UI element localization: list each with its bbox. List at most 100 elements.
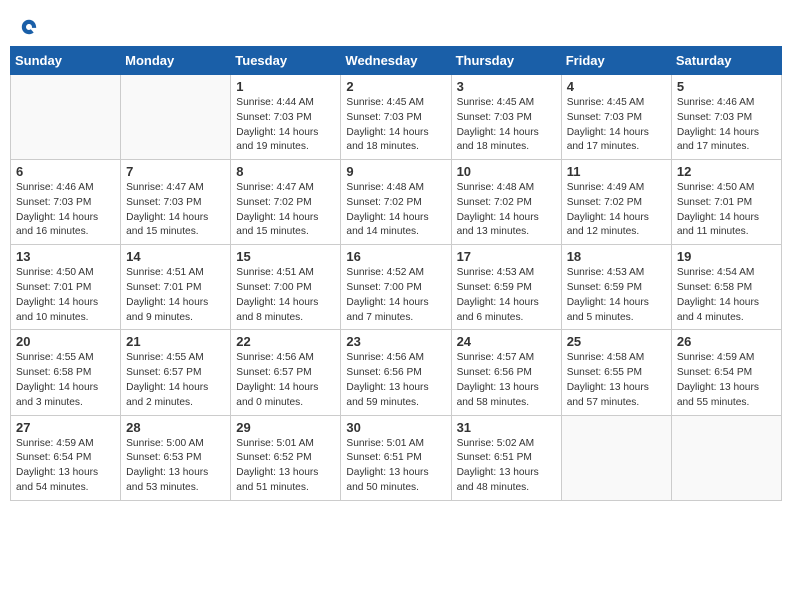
day-number: 22: [236, 334, 335, 349]
logo-icon: [20, 18, 38, 36]
calendar-day-cell: 14 Sunrise: 4:51 AM Sunset: 7:01 PM Dayli…: [121, 245, 231, 330]
day-info: Sunrise: 4:52 AM Sunset: 7:00 PM Dayligh…: [346, 266, 445, 325]
day-info: Sunrise: 4:45 AM Sunset: 7:03 PM Dayligh…: [457, 96, 556, 155]
day-info: Sunrise: 5:01 AM Sunset: 6:52 PM Dayligh…: [236, 437, 335, 496]
day-number: 3: [457, 79, 556, 94]
day-number: 23: [346, 334, 445, 349]
calendar-day-cell: 19 Sunrise: 4:54 AM Sunset: 6:58 PM Dayli…: [671, 245, 781, 330]
calendar-week-row: 1 Sunrise: 4:44 AM Sunset: 7:03 PM Daylig…: [11, 75, 782, 160]
day-info: Sunrise: 4:55 AM Sunset: 6:58 PM Dayligh…: [16, 351, 115, 410]
calendar-header-row: SundayMondayTuesdayWednesdayThursdayFrid…: [11, 47, 782, 75]
day-info: Sunrise: 4:48 AM Sunset: 7:02 PM Dayligh…: [346, 181, 445, 240]
day-number: 20: [16, 334, 115, 349]
day-number: 15: [236, 249, 335, 264]
day-info: Sunrise: 4:58 AM Sunset: 6:55 PM Dayligh…: [567, 351, 666, 410]
calendar-week-row: 20 Sunrise: 4:55 AM Sunset: 6:58 PM Dayli…: [11, 330, 782, 415]
calendar-week-row: 6 Sunrise: 4:46 AM Sunset: 7:03 PM Daylig…: [11, 160, 782, 245]
calendar-day-cell: 31 Sunrise: 5:02 AM Sunset: 6:51 PM Dayli…: [451, 415, 561, 500]
day-of-week-header: Wednesday: [341, 47, 451, 75]
calendar-day-cell: 2Sunrise: 4:45 AM Sunset: 7:03 PM Daylig…: [341, 75, 451, 160]
calendar-day-cell: 22 Sunrise: 4:56 AM Sunset: 6:57 PM Dayli…: [231, 330, 341, 415]
day-of-week-header: Friday: [561, 47, 671, 75]
calendar-day-cell: 26 Sunrise: 4:59 AM Sunset: 6:54 PM Dayli…: [671, 330, 781, 415]
day-number: 26: [677, 334, 776, 349]
day-number: 11: [567, 164, 666, 179]
calendar-day-cell: 18Sunrise: 4:53 AM Sunset: 6:59 PM Dayli…: [561, 245, 671, 330]
day-of-week-header: Monday: [121, 47, 231, 75]
day-number: 8: [236, 164, 335, 179]
day-number: 17: [457, 249, 556, 264]
day-info: Sunrise: 4:56 AM Sunset: 6:56 PM Dayligh…: [346, 351, 445, 410]
calendar-week-row: 27Sunrise: 4:59 AM Sunset: 6:54 PM Dayli…: [11, 415, 782, 500]
page-header: [10, 10, 782, 40]
day-info: Sunrise: 4:56 AM Sunset: 6:57 PM Dayligh…: [236, 351, 335, 410]
day-number: 24: [457, 334, 556, 349]
calendar-day-cell: [671, 415, 781, 500]
day-info: Sunrise: 5:02 AM Sunset: 6:51 PM Dayligh…: [457, 437, 556, 496]
day-number: 12: [677, 164, 776, 179]
day-number: 14: [126, 249, 225, 264]
day-number: 31: [457, 420, 556, 435]
day-number: 21: [126, 334, 225, 349]
day-info: Sunrise: 4:51 AM Sunset: 7:01 PM Dayligh…: [126, 266, 225, 325]
calendar-day-cell: [561, 415, 671, 500]
calendar-day-cell: 16 Sunrise: 4:52 AM Sunset: 7:00 PM Dayli…: [341, 245, 451, 330]
day-number: 6: [16, 164, 115, 179]
day-info: Sunrise: 4:59 AM Sunset: 6:54 PM Dayligh…: [677, 351, 776, 410]
calendar-day-cell: 11 Sunrise: 4:49 AM Sunset: 7:02 PM Dayli…: [561, 160, 671, 245]
calendar-day-cell: 3 Sunrise: 4:45 AM Sunset: 7:03 PM Daylig…: [451, 75, 561, 160]
calendar-day-cell: 4 Sunrise: 4:45 AM Sunset: 7:03 PM Daylig…: [561, 75, 671, 160]
day-number: 16: [346, 249, 445, 264]
calendar-day-cell: 30 Sunrise: 5:01 AM Sunset: 6:51 PM Dayli…: [341, 415, 451, 500]
day-number: 30: [346, 420, 445, 435]
day-info: Sunrise: 4:59 AM Sunset: 6:54 PM Dayligh…: [16, 437, 115, 496]
day-number: 25: [567, 334, 666, 349]
day-info: Sunrise: 4:44 AM Sunset: 7:03 PM Dayligh…: [236, 96, 335, 155]
calendar-day-cell: 17 Sunrise: 4:53 AM Sunset: 6:59 PM Dayli…: [451, 245, 561, 330]
calendar-day-cell: 27Sunrise: 4:59 AM Sunset: 6:54 PM Dayli…: [11, 415, 121, 500]
day-info: Sunrise: 4:45 AM Sunset: 7:03 PM Dayligh…: [567, 96, 666, 155]
calendar-day-cell: 9 Sunrise: 4:48 AM Sunset: 7:02 PM Daylig…: [341, 160, 451, 245]
day-info: Sunrise: 4:46 AM Sunset: 7:03 PM Dayligh…: [677, 96, 776, 155]
calendar-day-cell: 1 Sunrise: 4:44 AM Sunset: 7:03 PM Daylig…: [231, 75, 341, 160]
calendar-table: SundayMondayTuesdayWednesdayThursdayFrid…: [10, 46, 782, 501]
day-info: Sunrise: 4:54 AM Sunset: 6:58 PM Dayligh…: [677, 266, 776, 325]
day-number: 1: [236, 79, 335, 94]
day-info: Sunrise: 4:50 AM Sunset: 7:01 PM Dayligh…: [677, 181, 776, 240]
day-info: Sunrise: 4:49 AM Sunset: 7:02 PM Dayligh…: [567, 181, 666, 240]
calendar-day-cell: 29Sunrise: 5:01 AM Sunset: 6:52 PM Dayli…: [231, 415, 341, 500]
calendar-day-cell: 6 Sunrise: 4:46 AM Sunset: 7:03 PM Daylig…: [11, 160, 121, 245]
day-info: Sunrise: 5:01 AM Sunset: 6:51 PM Dayligh…: [346, 437, 445, 496]
day-number: 4: [567, 79, 666, 94]
day-number: 9: [346, 164, 445, 179]
day-info: Sunrise: 4:48 AM Sunset: 7:02 PM Dayligh…: [457, 181, 556, 240]
day-info: Sunrise: 4:50 AM Sunset: 7:01 PM Dayligh…: [16, 266, 115, 325]
calendar-day-cell: 24 Sunrise: 4:57 AM Sunset: 6:56 PM Dayli…: [451, 330, 561, 415]
calendar-day-cell: [11, 75, 121, 160]
day-info: Sunrise: 4:46 AM Sunset: 7:03 PM Dayligh…: [16, 181, 115, 240]
day-of-week-header: Sunday: [11, 47, 121, 75]
day-info: Sunrise: 4:57 AM Sunset: 6:56 PM Dayligh…: [457, 351, 556, 410]
day-of-week-header: Tuesday: [231, 47, 341, 75]
calendar-day-cell: 12 Sunrise: 4:50 AM Sunset: 7:01 PM Dayli…: [671, 160, 781, 245]
calendar-day-cell: 7 Sunrise: 4:47 AM Sunset: 7:03 PM Daylig…: [121, 160, 231, 245]
day-number: 2: [346, 79, 445, 94]
calendar-day-cell: 25 Sunrise: 4:58 AM Sunset: 6:55 PM Dayli…: [561, 330, 671, 415]
day-number: 7: [126, 164, 225, 179]
calendar-day-cell: 8 Sunrise: 4:47 AM Sunset: 7:02 PM Daylig…: [231, 160, 341, 245]
day-number: 10: [457, 164, 556, 179]
calendar-day-cell: 28Sunrise: 5:00 AM Sunset: 6:53 PM Dayli…: [121, 415, 231, 500]
calendar-day-cell: 21 Sunrise: 4:55 AM Sunset: 6:57 PM Dayli…: [121, 330, 231, 415]
day-info: Sunrise: 4:47 AM Sunset: 7:02 PM Dayligh…: [236, 181, 335, 240]
day-info: Sunrise: 4:47 AM Sunset: 7:03 PM Dayligh…: [126, 181, 225, 240]
day-number: 19: [677, 249, 776, 264]
day-info: Sunrise: 4:53 AM Sunset: 6:59 PM Dayligh…: [567, 266, 666, 325]
day-number: 13: [16, 249, 115, 264]
calendar-day-cell: 20 Sunrise: 4:55 AM Sunset: 6:58 PM Dayli…: [11, 330, 121, 415]
day-of-week-header: Thursday: [451, 47, 561, 75]
day-info: Sunrise: 4:53 AM Sunset: 6:59 PM Dayligh…: [457, 266, 556, 325]
day-info: Sunrise: 5:00 AM Sunset: 6:53 PM Dayligh…: [126, 437, 225, 496]
day-info: Sunrise: 4:55 AM Sunset: 6:57 PM Dayligh…: [126, 351, 225, 410]
calendar-day-cell: 5Sunrise: 4:46 AM Sunset: 7:03 PM Daylig…: [671, 75, 781, 160]
day-info: Sunrise: 4:51 AM Sunset: 7:00 PM Dayligh…: [236, 266, 335, 325]
